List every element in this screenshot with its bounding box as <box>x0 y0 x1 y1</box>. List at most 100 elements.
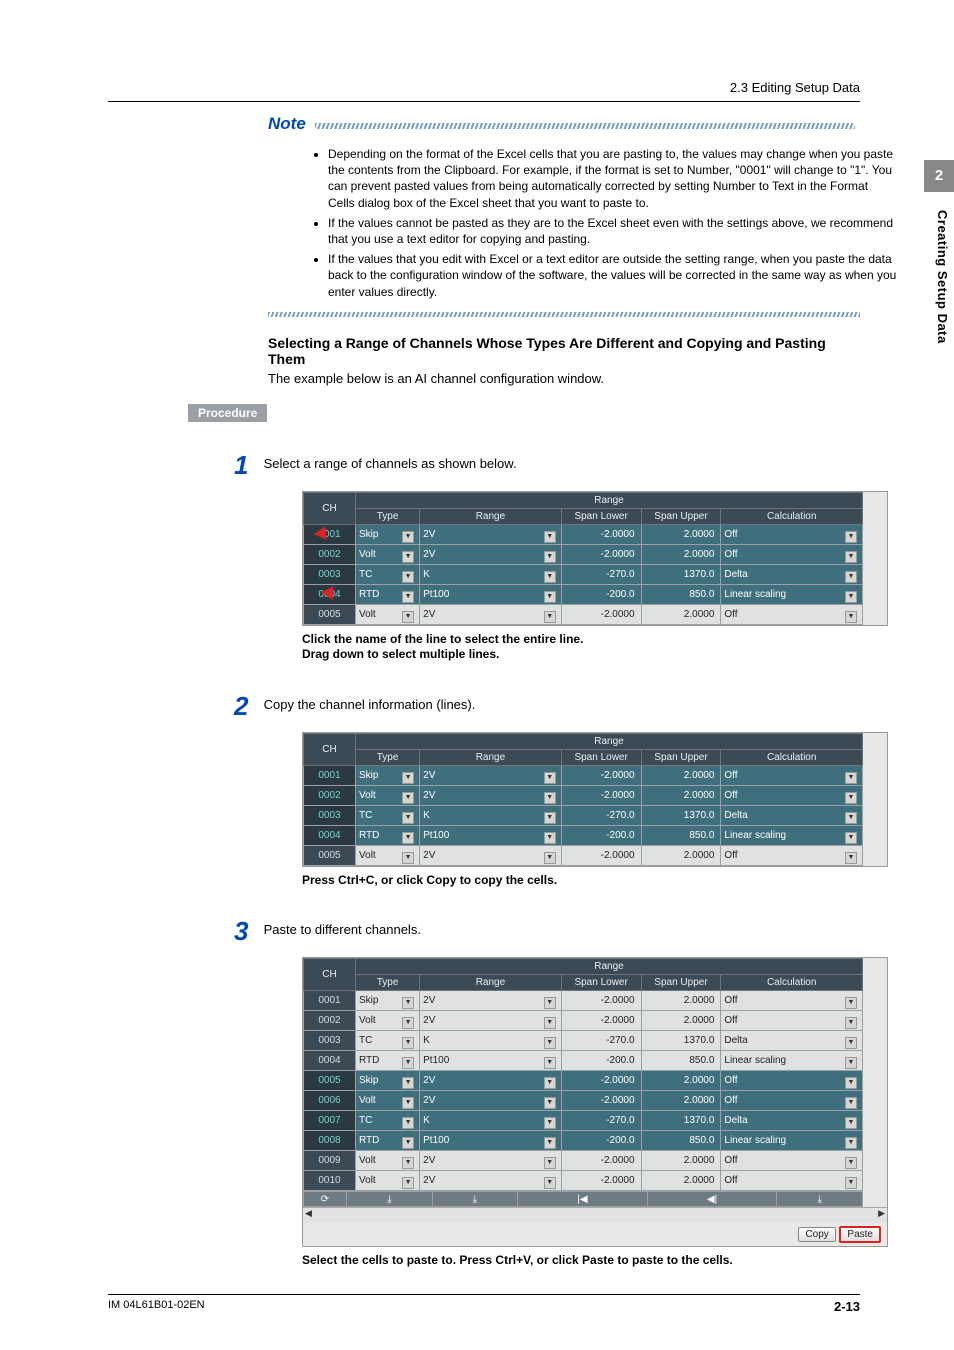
channel-header[interactable]: 0010 <box>304 1171 356 1191</box>
span-upper-cell[interactable]: 2.0000 <box>641 1091 721 1111</box>
span-lower-cell[interactable]: -200.0 <box>561 1131 641 1151</box>
span-lower-cell[interactable]: -200.0 <box>561 584 641 604</box>
calc-dropdown[interactable]: Linear scaling <box>721 584 863 604</box>
channel-header[interactable]: 0001 <box>304 991 356 1011</box>
range-dropdown[interactable]: 2V <box>420 765 562 785</box>
channel-header[interactable]: 0008 <box>304 1131 356 1151</box>
span-upper-cell[interactable]: 2.0000 <box>641 1071 721 1091</box>
range-dropdown[interactable]: K <box>420 1031 562 1051</box>
calc-dropdown[interactable]: Off <box>721 1151 863 1171</box>
span-upper-cell[interactable]: 2.0000 <box>641 765 721 785</box>
type-dropdown[interactable]: Skip <box>356 524 420 544</box>
span-lower-cell[interactable]: -2.0000 <box>561 991 641 1011</box>
channel-header[interactable]: 0005 <box>304 1071 356 1091</box>
range-dropdown[interactable]: 2V <box>420 1091 562 1111</box>
channel-header[interactable]: 0003 <box>304 564 356 584</box>
nav-down-icon[interactable]: ⤓ <box>347 1192 433 1207</box>
type-dropdown[interactable]: Skip <box>356 991 420 1011</box>
span-lower-cell[interactable]: -2.0000 <box>561 1091 641 1111</box>
calc-dropdown[interactable]: Off <box>721 524 863 544</box>
type-dropdown[interactable]: Volt <box>356 785 420 805</box>
span-upper-cell[interactable]: 1370.0 <box>641 805 721 825</box>
span-upper-cell[interactable]: 2.0000 <box>641 1171 721 1191</box>
calc-dropdown[interactable]: Off <box>721 765 863 785</box>
type-dropdown[interactable]: TC <box>356 564 420 584</box>
channel-header[interactable]: 0007 <box>304 1111 356 1131</box>
channel-header[interactable]: 0005 <box>304 845 356 865</box>
calc-dropdown[interactable]: Off <box>721 845 863 865</box>
calc-dropdown[interactable]: Off <box>721 1011 863 1031</box>
calc-dropdown[interactable]: Off <box>721 1171 863 1191</box>
range-dropdown[interactable]: Pt100 <box>420 1131 562 1151</box>
span-lower-cell[interactable]: -2.0000 <box>561 1171 641 1191</box>
span-upper-cell[interactable]: 2.0000 <box>641 604 721 624</box>
channel-header[interactable]: 0003 <box>304 805 356 825</box>
range-dropdown[interactable]: K <box>420 564 562 584</box>
range-dropdown[interactable]: 2V <box>420 785 562 805</box>
span-lower-cell[interactable]: -270.0 <box>561 1031 641 1051</box>
range-dropdown[interactable]: K <box>420 805 562 825</box>
type-dropdown[interactable]: Volt <box>356 544 420 564</box>
type-dropdown[interactable]: TC <box>356 805 420 825</box>
span-upper-cell[interactable]: 850.0 <box>641 1131 721 1151</box>
type-dropdown[interactable]: Volt <box>356 1171 420 1191</box>
range-dropdown[interactable]: 2V <box>420 524 562 544</box>
span-lower-cell[interactable]: -2.0000 <box>561 785 641 805</box>
span-upper-cell[interactable]: 2.0000 <box>641 1151 721 1171</box>
span-upper-cell[interactable]: 2.0000 <box>641 1011 721 1031</box>
paste-button[interactable]: Paste <box>839 1226 881 1243</box>
calc-dropdown[interactable]: Off <box>721 1091 863 1111</box>
channel-header[interactable]: 0002 <box>304 785 356 805</box>
span-upper-cell[interactable]: 1370.0 <box>641 1031 721 1051</box>
type-dropdown[interactable]: Volt <box>356 1011 420 1031</box>
channel-header[interactable]: 0002 <box>304 544 356 564</box>
calc-dropdown[interactable]: Delta <box>721 564 863 584</box>
channel-header[interactable]: 0006 <box>304 1091 356 1111</box>
calc-dropdown[interactable]: Off <box>721 785 863 805</box>
calc-dropdown[interactable]: Linear scaling <box>721 825 863 845</box>
nav-first-icon[interactable]: |◀ <box>518 1192 648 1207</box>
range-dropdown[interactable]: 2V <box>420 1011 562 1031</box>
range-dropdown[interactable]: 2V <box>420 1171 562 1191</box>
type-dropdown[interactable]: Volt <box>356 1151 420 1171</box>
span-lower-cell[interactable]: -2.0000 <box>561 524 641 544</box>
span-upper-cell[interactable]: 2.0000 <box>641 544 721 564</box>
span-lower-cell[interactable]: -2.0000 <box>561 845 641 865</box>
calc-dropdown[interactable]: Off <box>721 991 863 1011</box>
calc-dropdown[interactable]: Off <box>721 604 863 624</box>
type-dropdown[interactable]: RTD <box>356 825 420 845</box>
span-lower-cell[interactable]: -2.0000 <box>561 1011 641 1031</box>
nav-prev-icon[interactable]: ◀| <box>647 1192 777 1207</box>
range-dropdown[interactable]: Pt100 <box>420 584 562 604</box>
range-dropdown[interactable]: Pt100 <box>420 1051 562 1071</box>
range-dropdown[interactable]: 2V <box>420 845 562 865</box>
span-upper-cell[interactable]: 2.0000 <box>641 785 721 805</box>
calc-dropdown[interactable]: Delta <box>721 1031 863 1051</box>
calc-dropdown[interactable]: Off <box>721 544 863 564</box>
copy-button[interactable]: Copy <box>798 1227 835 1242</box>
calc-dropdown[interactable]: Linear scaling <box>721 1051 863 1071</box>
type-dropdown[interactable]: RTD <box>356 584 420 604</box>
channel-header[interactable]: 0004 <box>304 1051 356 1071</box>
range-dropdown[interactable]: Pt100 <box>420 825 562 845</box>
span-lower-cell[interactable]: -270.0 <box>561 564 641 584</box>
type-dropdown[interactable]: RTD <box>356 1051 420 1071</box>
span-lower-cell[interactable]: -2.0000 <box>561 1151 641 1171</box>
span-upper-cell[interactable]: 850.0 <box>641 825 721 845</box>
type-dropdown[interactable]: Skip <box>356 765 420 785</box>
type-dropdown[interactable]: TC <box>356 1031 420 1051</box>
channel-header[interactable]: 0001 <box>304 524 356 544</box>
horizontal-scrollbar[interactable] <box>303 1207 887 1222</box>
span-lower-cell[interactable]: -270.0 <box>561 805 641 825</box>
channel-header[interactable]: 0004 <box>304 584 356 604</box>
nav-refresh-icon[interactable]: ⟳ <box>304 1192 347 1207</box>
type-dropdown[interactable]: Volt <box>356 1091 420 1111</box>
channel-header[interactable]: 0003 <box>304 1031 356 1051</box>
range-dropdown[interactable]: 2V <box>420 1151 562 1171</box>
type-dropdown[interactable]: RTD <box>356 1131 420 1151</box>
span-upper-cell[interactable]: 1370.0 <box>641 1111 721 1131</box>
span-upper-cell[interactable]: 1370.0 <box>641 564 721 584</box>
span-upper-cell[interactable]: 2.0000 <box>641 524 721 544</box>
span-lower-cell[interactable]: -200.0 <box>561 825 641 845</box>
span-upper-cell[interactable]: 850.0 <box>641 1051 721 1071</box>
